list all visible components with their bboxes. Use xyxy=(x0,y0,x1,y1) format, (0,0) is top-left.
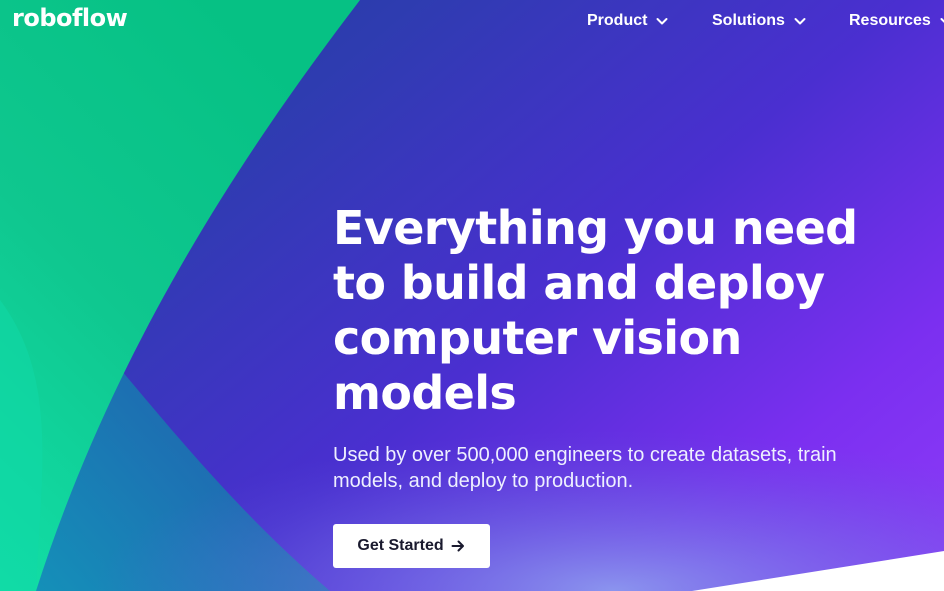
roboflow-logo[interactable]: roboflow xyxy=(12,4,128,32)
headline-line: Everything you need xyxy=(333,201,858,255)
hero-headline: Everything you need to build and deploy … xyxy=(333,201,893,421)
nav-item-label: Solutions xyxy=(712,12,785,29)
get-started-button[interactable]: Get Started xyxy=(333,524,490,568)
chevron-down-icon xyxy=(656,18,668,25)
top-navigation: roboflow Product Solutions Resources xyxy=(0,0,944,44)
chevron-down-icon xyxy=(940,18,944,24)
hero-section: roboflow Product Solutions Resources Eve… xyxy=(0,0,944,591)
subheadline-line: Used by over 500,000 engineers to create… xyxy=(333,444,837,466)
nav-item-resources[interactable]: Resources xyxy=(849,10,944,32)
nav-item-product[interactable]: Product xyxy=(587,10,669,32)
green-edge-shape xyxy=(0,300,43,591)
headline-line: to build and deploy xyxy=(333,256,825,310)
headline-line: models xyxy=(333,366,517,420)
nav-item-solutions[interactable]: Solutions xyxy=(712,10,807,32)
teal-band-shape xyxy=(0,230,330,591)
nav-item-label: Product xyxy=(587,12,648,29)
subheadline-line: models, and deploy to production. xyxy=(333,470,634,492)
green-curve-shape xyxy=(0,0,360,591)
chevron-down-icon xyxy=(794,18,806,25)
arrow-right-icon xyxy=(451,540,464,552)
hero-subheadline: Used by over 500,000 engineers to create… xyxy=(333,442,893,494)
white-wedge-shape xyxy=(692,551,944,591)
get-started-label: Get Started xyxy=(357,537,444,554)
nav-item-label: Resources xyxy=(849,12,931,29)
headline-line: computer vision xyxy=(333,311,742,365)
